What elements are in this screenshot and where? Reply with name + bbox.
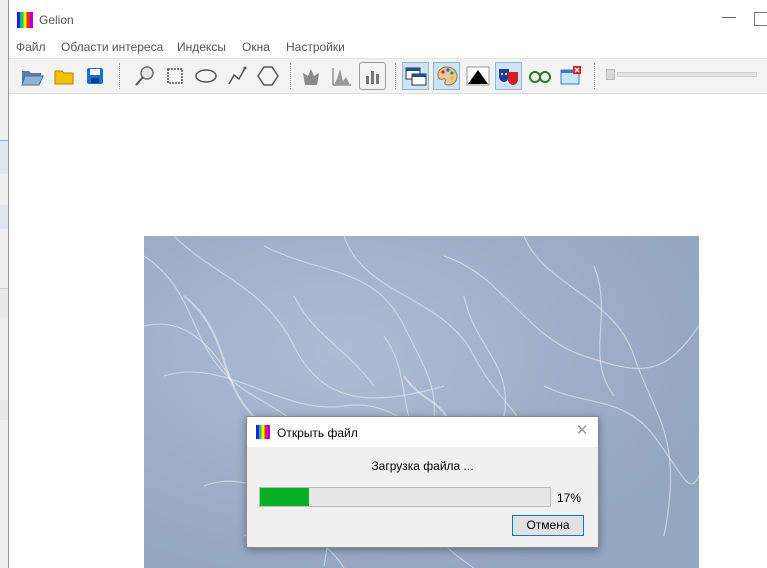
- polygon-icon[interactable]: [254, 62, 281, 90]
- progress-fill: [260, 488, 309, 506]
- menu-indices[interactable]: Индексы: [177, 40, 226, 54]
- progress-percent: 17%: [557, 491, 582, 505]
- toolbar-separator: [119, 63, 121, 89]
- masks-icon[interactable]: [495, 62, 522, 90]
- menu-bar: Файл Области интереса Индексы Окна Настр…: [9, 38, 767, 58]
- cancel-button[interactable]: Отмена: [512, 515, 584, 536]
- folder-icon[interactable]: [50, 62, 77, 90]
- window-title: Gelion: [39, 13, 74, 27]
- rectangle-select-icon[interactable]: [161, 62, 188, 90]
- toolbar-separator: [395, 63, 397, 89]
- histogram-icon[interactable]: [328, 62, 355, 90]
- dialog-title: Открыть файл: [277, 426, 358, 440]
- polyline-icon[interactable]: [223, 62, 250, 90]
- toolbar: [9, 58, 767, 94]
- contrast-icon[interactable]: [464, 62, 491, 90]
- windows-icon[interactable]: [402, 62, 429, 90]
- menu-file[interactable]: Файл: [16, 40, 46, 54]
- open-file-dialog: Открыть файл ✕ Загрузка файла ... 17% От…: [246, 416, 599, 548]
- fill-icon[interactable]: [297, 62, 324, 90]
- close-window-icon[interactable]: [557, 62, 584, 90]
- maximize-icon[interactable]: [754, 12, 767, 26]
- menu-settings[interactable]: Настройки: [286, 40, 345, 54]
- dialog-title-bar: Открыть файл ✕: [247, 417, 598, 447]
- zoom-slider-track[interactable]: [617, 72, 757, 77]
- zoom-slider-thumb[interactable]: [606, 69, 615, 80]
- close-icon[interactable]: ✕: [574, 423, 590, 439]
- loading-message: Загрузка файла ...: [371, 459, 474, 473]
- glasses-icon[interactable]: [526, 62, 553, 90]
- title-bar: Gelion —: [9, 0, 767, 38]
- ellipse-select-icon[interactable]: [192, 62, 219, 90]
- pin-icon[interactable]: [130, 62, 157, 90]
- main-window: Gelion — Файл Области интереса Индексы О…: [8, 0, 767, 568]
- menu-windows[interactable]: Окна: [242, 40, 270, 54]
- progress-bar: [259, 487, 551, 507]
- app-icon: [256, 425, 270, 439]
- toolbar-separator: [594, 63, 596, 89]
- palette-icon[interactable]: [433, 62, 460, 90]
- save-icon[interactable]: [81, 62, 108, 90]
- minimize-icon[interactable]: —: [721, 8, 737, 28]
- toolbar-separator: [290, 63, 292, 89]
- open-folder-icon[interactable]: [18, 62, 45, 90]
- menu-regions-of-interest[interactable]: Области интереса: [61, 40, 163, 54]
- bar-chart-icon[interactable]: [359, 62, 386, 90]
- app-icon: [17, 12, 33, 28]
